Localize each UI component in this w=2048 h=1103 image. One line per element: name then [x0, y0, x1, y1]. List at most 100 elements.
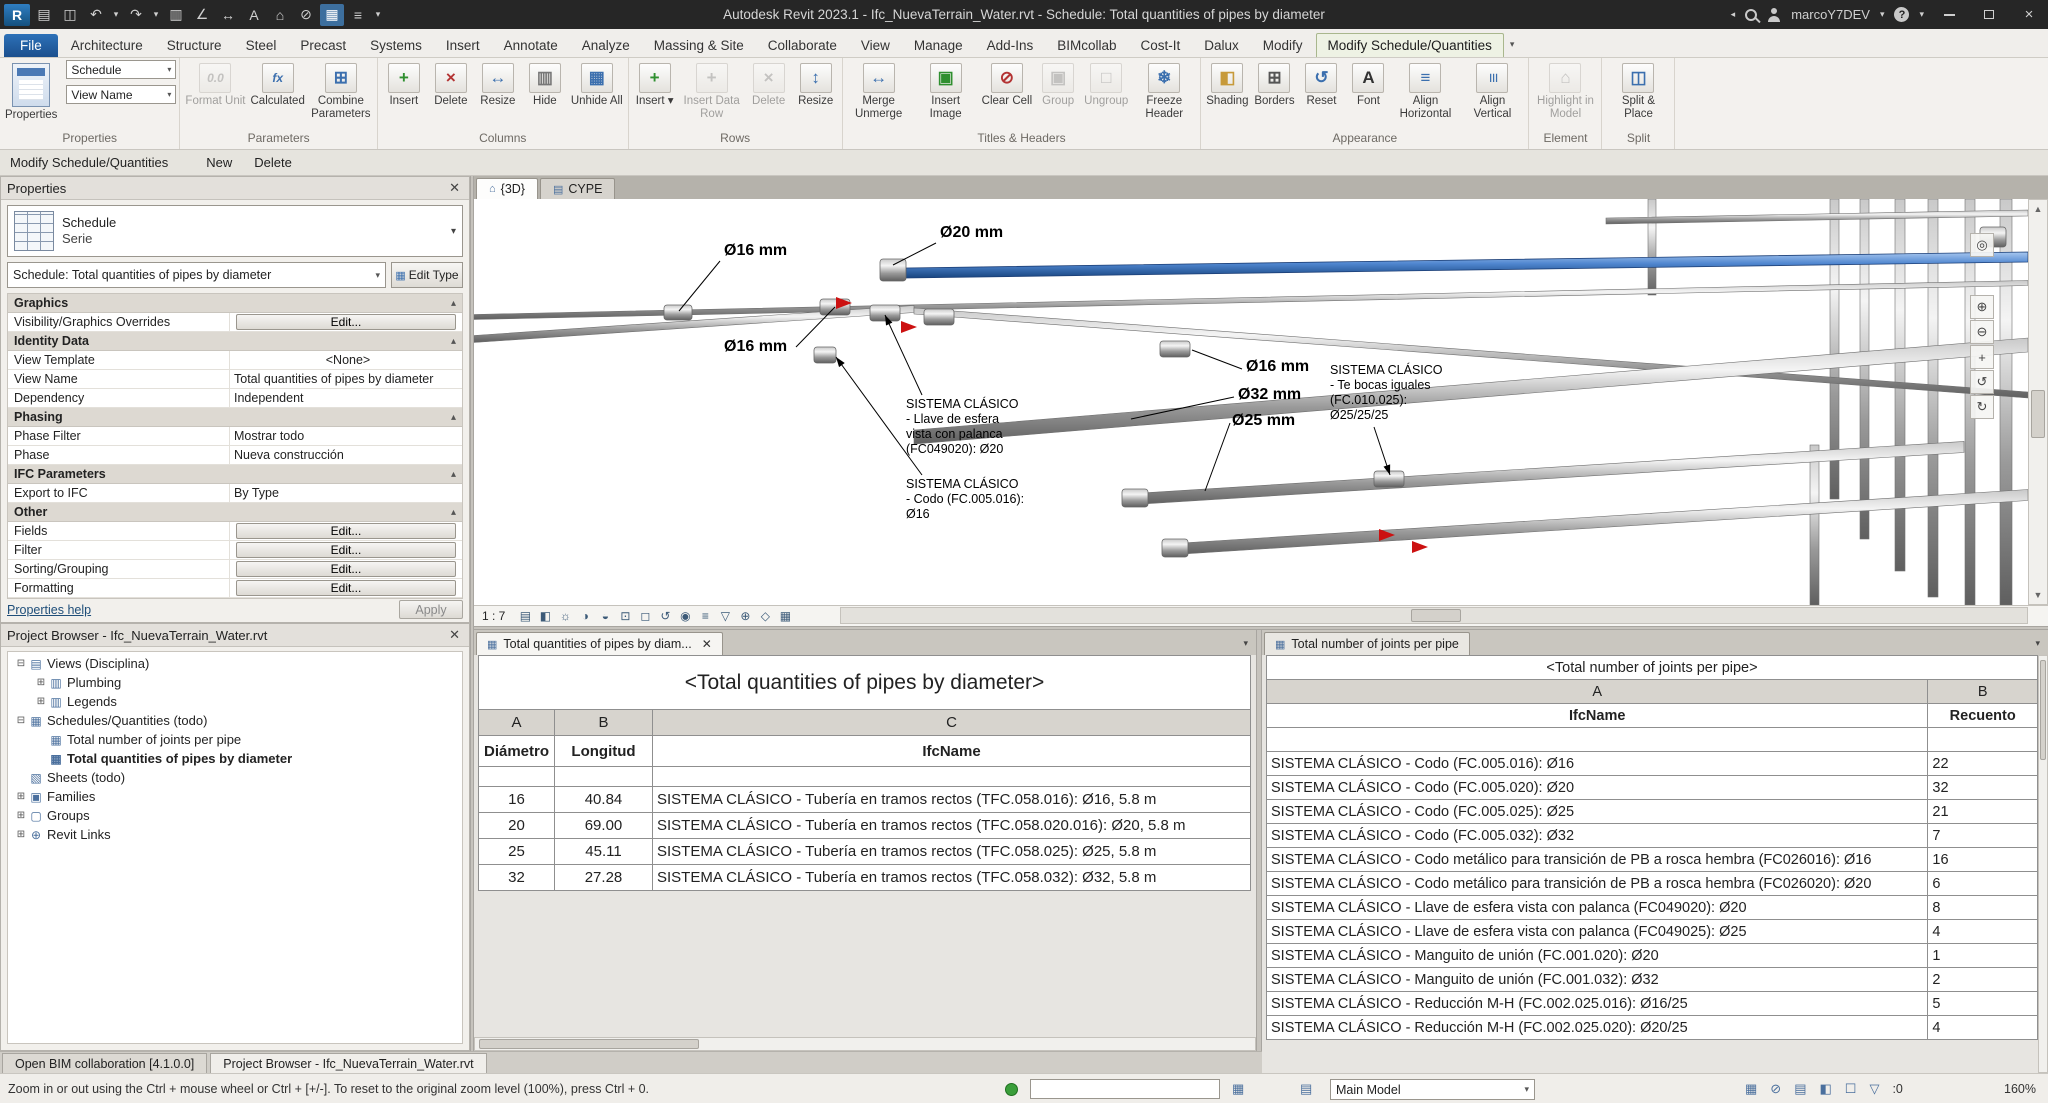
viewport-vertical-scrollbar[interactable]: ▲ ▼: [2028, 199, 2048, 605]
schedule-cell[interactable]: SISTEMA CLÁSICO - Reducción M-H (FC.002.…: [1267, 992, 1928, 1016]
shading-button[interactable]: ◧Shading: [1204, 60, 1250, 128]
reveal-hidden-elements-icon[interactable]: ≡: [695, 607, 715, 625]
scrollbar-thumb[interactable]: [2031, 390, 2045, 438]
ribbon-tab-massing-site[interactable]: Massing & Site: [643, 34, 755, 57]
schedule-cell[interactable]: 5: [1928, 992, 2038, 1016]
schedule-type-combo[interactable]: Schedule ▾: [66, 60, 176, 79]
schedule-cell[interactable]: 16: [479, 787, 555, 813]
qat-customize-caret-icon[interactable]: ▾: [372, 4, 384, 26]
schedule-cell[interactable]: 45.11: [555, 839, 653, 865]
worksharing-display-icon[interactable]: ◇: [755, 607, 775, 625]
expander-plus-icon[interactable]: ⊞: [34, 696, 48, 707]
collapse-icon[interactable]: ▴: [451, 298, 456, 309]
schedule-cell[interactable]: 20: [479, 813, 555, 839]
schedule-row[interactable]: SISTEMA CLÁSICO - Codo (FC.005.016): Ø16…: [1267, 752, 2038, 776]
visibility-graphics-overrides-edit-button[interactable]: Edit...: [236, 314, 456, 330]
edit-type-button[interactable]: ▦ Edit Type: [391, 262, 463, 288]
font-button[interactable]: AFont: [1345, 60, 1391, 128]
property-group-other[interactable]: Other▴: [8, 503, 462, 522]
hide-button[interactable]: ▥Hide: [522, 60, 568, 128]
schedule-row[interactable]: SISTEMA CLÁSICO - Codo metálico para tra…: [1267, 872, 2038, 896]
schedule-cell[interactable]: 6: [1928, 872, 2038, 896]
dock-tab-project-browser[interactable]: Project Browser - Ifc_NuevaTerrain_Water…: [210, 1053, 486, 1073]
rewind-icon[interactable]: ↺: [1970, 370, 1994, 394]
schedule-cell[interactable]: SISTEMA CLÁSICO - Manguito de unión (FC.…: [1267, 968, 1928, 992]
property-value[interactable]: Independent: [234, 391, 304, 405]
ribbon-tab-steel[interactable]: Steel: [235, 34, 288, 57]
column-letter-B[interactable]: B: [555, 710, 653, 736]
collapse-icon[interactable]: ▴: [451, 412, 456, 423]
view-name-combo[interactable]: View Name ▾: [66, 85, 176, 104]
new-button[interactable]: New: [206, 155, 232, 170]
type-selector[interactable]: Schedule Serie ▾: [7, 205, 463, 257]
browser-item-legends[interactable]: ⊞▥Legends: [8, 692, 462, 711]
scrollbar-thumb[interactable]: [2040, 660, 2046, 760]
property-group-graphics[interactable]: Graphics▴: [8, 294, 462, 313]
schedule-row[interactable]: SISTEMA CLÁSICO - Manguito de unión (FC.…: [1267, 968, 2038, 992]
communication-center-icon[interactable]: ▦: [1232, 1081, 1244, 1097]
schedule-cell[interactable]: 32: [479, 865, 555, 891]
properties-help-link[interactable]: Properties help: [7, 603, 91, 617]
calculated-button[interactable]: fxCalculated: [249, 60, 307, 128]
browser-item-total-number-of-joints-per-pipe[interactable]: ▦Total number of joints per pipe: [8, 730, 462, 749]
schedule-row[interactable]: SISTEMA CLÁSICO - Manguito de unión (FC.…: [1267, 944, 2038, 968]
revit-logo[interactable]: R: [4, 4, 30, 26]
ribbon-display-toggle-icon[interactable]: ▾: [1510, 39, 1515, 57]
schedule-cell[interactable]: 4: [1928, 1016, 2038, 1040]
browser-item-sheets-todo[interactable]: ▧Sheets (todo): [8, 768, 462, 787]
schedule-right-tab[interactable]: ▦ Total number of joints per pipe: [1264, 632, 1470, 655]
pan-icon[interactable]: +: [1970, 345, 1994, 369]
design-options-icon[interactable]: ◧: [1820, 1081, 1832, 1097]
align-horizontal-button[interactable]: ≡Align Horizontal: [1392, 60, 1458, 128]
schedule-cell[interactable]: SISTEMA CLÁSICO - Codo (FC.005.016): Ø16: [1267, 752, 1928, 776]
expander-plus-icon[interactable]: ⊞: [14, 791, 28, 802]
column-letter-A[interactable]: A: [479, 710, 555, 736]
schedule-cell[interactable]: SISTEMA CLÁSICO - Codo metálico para tra…: [1267, 848, 1928, 872]
browser-item-schedules-quantities-todo[interactable]: ⊟▦Schedules/Quantities (todo): [8, 711, 462, 730]
sorting-grouping-edit-button[interactable]: Edit...: [236, 561, 456, 577]
clear-cell-button[interactable]: ⊘Clear Cell: [980, 60, 1035, 128]
column-letter-C[interactable]: C: [653, 710, 1251, 736]
ribbon-tab-bimcollab[interactable]: BIMcollab: [1046, 34, 1127, 57]
property-value[interactable]: Total quantities of pipes by diameter: [234, 372, 433, 386]
merge-unmerge-button[interactable]: ↔Merge Unmerge: [846, 60, 912, 128]
editable-only-icon[interactable]: ⊘: [1770, 1081, 1781, 1097]
schedule-cell[interactable]: 40.84: [555, 787, 653, 813]
freeze-header-button[interactable]: ❄Freeze Header: [1131, 60, 1197, 128]
zoom-out-icon[interactable]: ⊖: [1970, 320, 1994, 344]
column-header-ifcname[interactable]: IfcName: [653, 736, 1251, 767]
maximize-button[interactable]: [1974, 3, 2004, 27]
column-header-ifcname[interactable]: IfcName: [1267, 704, 1928, 728]
schedule-cell[interactable]: 21: [1928, 800, 2038, 824]
schedule-cell[interactable]: SISTEMA CLÁSICO - Codo (FC.005.032): Ø32: [1267, 824, 1928, 848]
displaced-elements-icon[interactable]: ▦: [775, 607, 795, 625]
property-value[interactable]: Mostrar todo: [234, 429, 304, 443]
ribbon-tab-analyze[interactable]: Analyze: [571, 34, 641, 57]
column-letter-B[interactable]: B: [1928, 680, 2038, 704]
zoom-in-icon[interactable]: ⊕: [1970, 295, 1994, 319]
schedule-row[interactable]: SISTEMA CLÁSICO - Codo metálico para tra…: [1267, 848, 2038, 872]
schedule-cell[interactable]: 1: [1928, 944, 2038, 968]
instance-selector-combo[interactable]: Schedule: Total quantities of pipes by d…: [7, 262, 386, 288]
property-value[interactable]: Nueva construcción: [234, 448, 344, 462]
shadows-icon[interactable]: ◑: [575, 607, 595, 625]
schedule-cell[interactable]: SISTEMA CLÁSICO - Manguito de unión (FC.…: [1267, 944, 1928, 968]
user-avatar-icon[interactable]: [1767, 8, 1781, 22]
minimize-button[interactable]: [1934, 3, 1964, 27]
split-place-button[interactable]: ◫Split & Place: [1605, 60, 1671, 128]
undo-caret-icon[interactable]: ▾: [110, 4, 122, 26]
schedule-row[interactable]: SISTEMA CLÁSICO - Reducción M-H (FC.002.…: [1267, 1016, 2038, 1040]
insert-button[interactable]: +Insert: [381, 60, 427, 128]
show-constraints-icon[interactable]: ⊕: [735, 607, 755, 625]
fields-edit-button[interactable]: Edit...: [236, 523, 456, 539]
dimension-icon[interactable]: ↔: [216, 4, 240, 26]
insert-button[interactable]: +Insert ▾: [632, 60, 678, 128]
formatting-edit-button[interactable]: Edit...: [236, 580, 456, 596]
ribbon-tab-precast[interactable]: Precast: [289, 34, 357, 57]
tab-list-caret-icon[interactable]: ▾: [2035, 638, 2048, 655]
property-group-identity-data[interactable]: Identity Data▴: [8, 332, 462, 351]
property-value[interactable]: <None>: [234, 353, 462, 367]
property-group-phasing[interactable]: Phasing▴: [8, 408, 462, 427]
text-icon[interactable]: A: [242, 4, 266, 26]
close-properties-icon[interactable]: ✕: [446, 180, 463, 196]
